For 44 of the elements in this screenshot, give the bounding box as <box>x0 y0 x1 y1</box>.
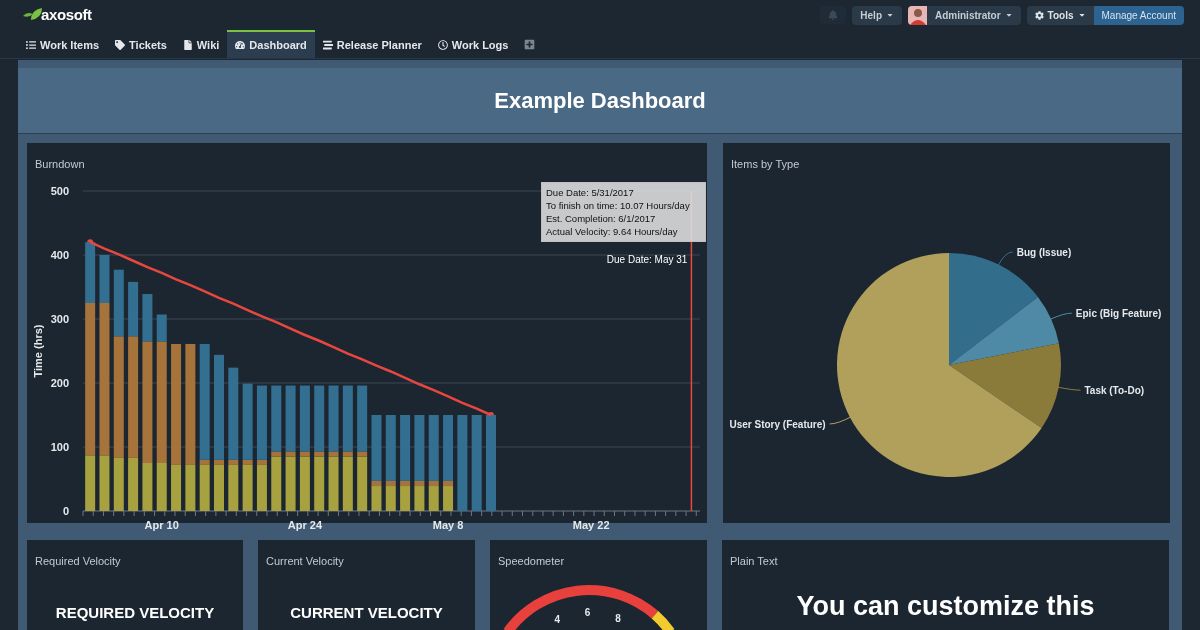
tooltip-line: Actual Velocity: 9.64 Hours/day <box>546 225 679 238</box>
x-tick-label: Apr 10 <box>144 519 179 531</box>
panel-title: Speedometer <box>498 555 565 567</box>
tooltip-line: Due Date: 5/31/2017 <box>546 186 635 199</box>
due-date-label: Due Date: May 31 <box>606 254 688 265</box>
velocity-heading: CURRENT VELOCITY <box>290 603 443 623</box>
panel-title: Items by Type <box>731 158 800 170</box>
nav-tab[interactable]: Work Logs <box>429 30 517 58</box>
y-tick-label: 500 <box>50 185 69 197</box>
y-tick-label: 400 <box>50 249 69 261</box>
panel-title: Required Velocity <box>35 555 121 567</box>
y-tick-label: 300 <box>50 313 69 325</box>
manage-account-button[interactable]: Manage Account <box>1093 5 1184 25</box>
panel-title: Burndown <box>35 158 85 170</box>
slice-label: Epic (Big Feature) <box>1075 308 1162 320</box>
y-tick-label: 0 <box>62 505 69 517</box>
velocity-heading: REQUIRED VELOCITY <box>55 603 215 623</box>
panel-title: Plain Text <box>730 555 778 567</box>
y-tick-label: 100 <box>50 441 69 453</box>
dashboard-title: Example Dashboard <box>494 87 706 115</box>
tooltip-line: To finish on time: 10.07 Hours/day <box>546 199 691 212</box>
gauge-tick-label: 6 <box>584 607 591 618</box>
gauge-tick-label: 4 <box>554 613 560 625</box>
tools-menu-button[interactable]: Tools <box>1026 5 1094 25</box>
gauge-tick-label: 8 <box>615 612 621 624</box>
nav-tab[interactable]: Work Items <box>18 30 108 58</box>
x-tick-label: May 8 <box>432 519 464 531</box>
panel-title: Current Velocity <box>266 555 344 567</box>
slice-label: User Story (Feature) <box>729 418 826 430</box>
y-axis-title: Time (hrs) <box>32 324 44 378</box>
slice-label: Task (To-Do) <box>1084 385 1145 397</box>
slice-label: Bug (Issue) <box>1016 247 1072 258</box>
logo-text: axosoft <box>41 4 92 25</box>
nav-tab[interactable]: Dashboard <box>227 30 315 58</box>
nav-tab[interactable]: Release Planner <box>314 30 430 58</box>
plain-text-message: You can customize this <box>796 592 1095 621</box>
nav-tab[interactable]: Wiki <box>174 30 228 58</box>
y-tick-label: 200 <box>50 377 69 389</box>
x-tick-label: Apr 24 <box>287 519 322 531</box>
nav-tab[interactable]: Tickets <box>107 30 175 58</box>
help-menu-button[interactable]: Help <box>852 5 902 25</box>
user-menu-button[interactable]: Administrator <box>908 5 1021 25</box>
tooltip-line: Est. Completion: 6/1/2017 <box>546 212 657 225</box>
x-tick-label: May 22 <box>572 519 610 531</box>
